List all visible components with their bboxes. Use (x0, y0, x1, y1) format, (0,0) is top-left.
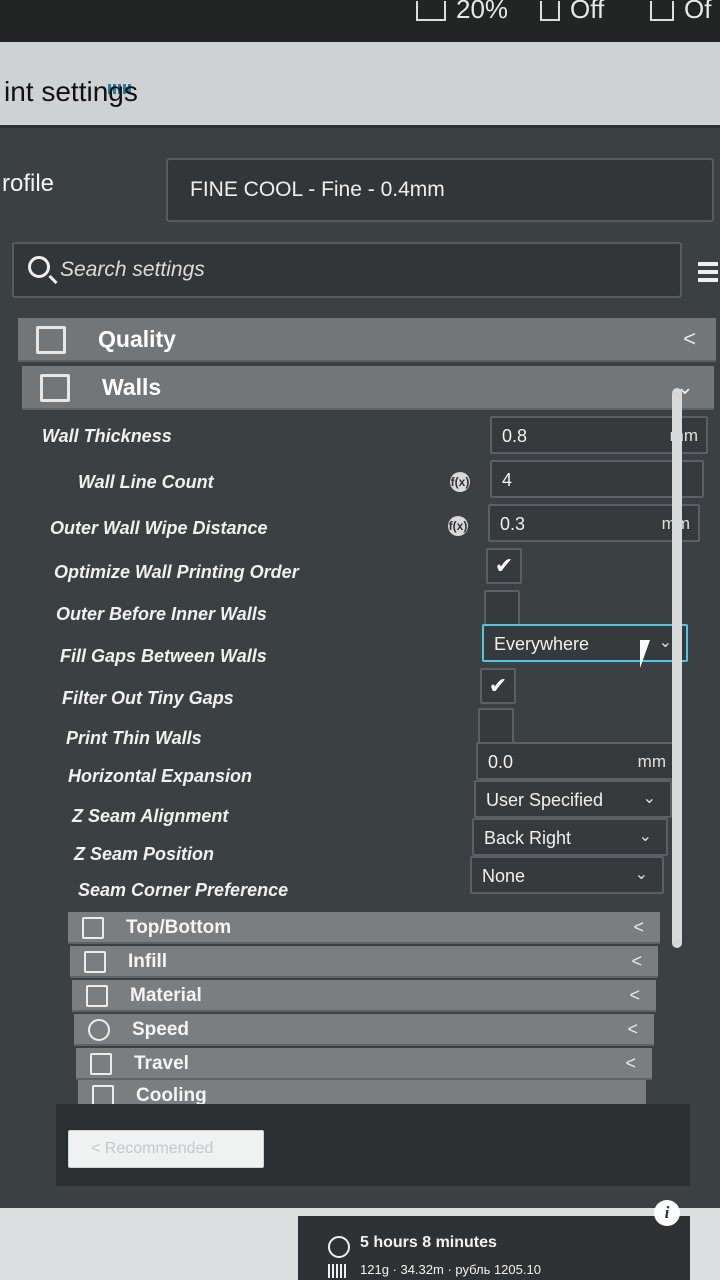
seam-corner-preference-dropdown[interactable]: None ⌄ (470, 856, 664, 894)
chevron-left-icon: < (629, 985, 640, 1005)
category-label: Walls (102, 374, 162, 400)
top-toolbar: 20% Off Of (0, 0, 720, 42)
chevron-left-icon: < (625, 1053, 636, 1073)
fill-gaps-between-walls-label: Fill Gaps Between Walls (60, 646, 267, 666)
print-thin-walls-checkbox[interactable] (478, 708, 514, 744)
material-estimate: 121g · 34.32m · рубль 1205.10 (360, 1262, 541, 1277)
wall-thickness-label: Wall Thickness (42, 426, 172, 446)
horizontal-expansion-label: Horizontal Expansion (68, 766, 253, 786)
window-title: int settings (4, 76, 138, 107)
z-seam-alignment-label: Z Seam Alignment (72, 806, 229, 826)
category-walls[interactable]: Walls ⌄ (22, 366, 714, 410)
infill-indicator[interactable]: 20% (416, 0, 508, 25)
support-icon (540, 1, 560, 22)
print-settings-panel: rofile FINE COOL - Fine - 0.4mm Search s… (0, 128, 720, 1208)
settings-visibility-menu-icon[interactable] (698, 262, 718, 282)
function-icon[interactable]: f(x) (450, 472, 470, 492)
filter-out-tiny-gaps-label: Filter Out Tiny Gaps (62, 688, 234, 708)
mouse-cursor-icon (640, 640, 660, 668)
adhesion-icon (650, 1, 674, 22)
top-bottom-icon (82, 917, 104, 939)
infill-icon (416, 1, 446, 22)
z-seam-alignment-dropdown[interactable]: User Specified ⌄ (474, 780, 672, 818)
clock-icon (328, 1236, 350, 1258)
optimize-wall-printing-order-checkbox[interactable]: ✔ (486, 548, 522, 584)
info-icon[interactable]: i (654, 1200, 680, 1226)
support-indicator[interactable]: Off (540, 0, 604, 25)
chevron-down-icon: ⌄ (642, 790, 656, 807)
material-icon (86, 985, 108, 1007)
material-icon (328, 1264, 348, 1278)
category-quality[interactable]: Quality < (18, 318, 716, 362)
wall-line-count-label: Wall Line Count (78, 472, 214, 492)
print-settings-title-bar[interactable]: int settings (0, 42, 720, 128)
chevron-left-icon: < (683, 326, 696, 351)
infill-icon (84, 951, 106, 973)
profile-label: rofile (2, 170, 55, 197)
function-icon[interactable]: f(x) (448, 516, 468, 536)
travel-icon (90, 1053, 112, 1075)
z-seam-position-dropdown[interactable]: Back Right ⌄ (472, 818, 668, 856)
chevron-down-icon: ⌄ (638, 828, 652, 845)
chevron-down-icon: ⌄ (658, 634, 672, 651)
search-icon (28, 256, 50, 278)
scrollbar-thumb[interactable] (672, 388, 682, 948)
speed-icon (88, 1019, 110, 1041)
print-time: 5 hours 8 minutes (360, 1234, 497, 1251)
outer-before-inner-walls-checkbox[interactable] (484, 590, 520, 626)
z-seam-position-label: Z Seam Position (74, 844, 215, 864)
category-speed[interactable]: Speed < (74, 1014, 654, 1046)
category-infill[interactable]: Infill < (70, 946, 658, 978)
settings-scrollbar[interactable] (672, 388, 682, 948)
print-thin-walls-label: Print Thin Walls (66, 728, 202, 748)
chevron-left-icon: < (633, 917, 644, 937)
chevron-left-icon: < (631, 951, 642, 971)
search-placeholder: Search settings (60, 258, 205, 281)
chevron-left-icon: < (627, 1019, 638, 1039)
recommended-button[interactable]: < Recommended (68, 1130, 264, 1168)
seam-corner-preference-label: Seam Corner Preference (78, 880, 289, 900)
outer-before-inner-walls-label: Outer Before Inner Walls (56, 604, 267, 624)
category-cooling[interactable]: Cooling (78, 1080, 646, 1107)
category-material[interactable]: Material < (72, 980, 656, 1012)
filter-out-tiny-gaps-checkbox[interactable]: ✔ (480, 668, 516, 704)
category-travel[interactable]: Travel < (76, 1048, 652, 1080)
adhesion-indicator[interactable]: Of (650, 0, 711, 25)
horizontal-expansion-field[interactable]: 0.0 mm (476, 742, 676, 780)
category-top-bottom[interactable]: Top/Bottom < (68, 912, 660, 944)
outer-wall-wipe-distance-label: Outer Wall Wipe Distance (50, 518, 268, 538)
walls-icon (40, 374, 70, 402)
chevron-down-icon: ⌄ (634, 866, 648, 883)
search-input[interactable]: Search settings (12, 242, 682, 298)
profile-value: FINE COOL - Fine - 0.4mm (190, 178, 445, 201)
print-estimate-panel: 5 hours 8 minutes 121g · 34.32m · рубль … (298, 1216, 690, 1280)
panel-footer: < Recommended (56, 1104, 690, 1186)
outer-wall-wipe-distance-field[interactable]: 0.3 mm (488, 504, 700, 542)
optimize-wall-printing-order-label: Optimize Wall Printing Order (54, 562, 299, 582)
quality-icon (36, 326, 66, 354)
category-label: Quality (98, 326, 176, 352)
profile-selector[interactable]: FINE COOL - Fine - 0.4mm (166, 158, 714, 222)
